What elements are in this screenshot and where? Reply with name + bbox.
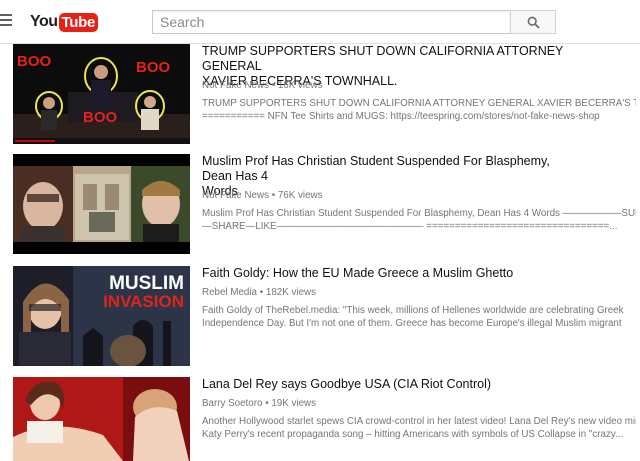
video-title-line: Lana Del Rey says Goodbye USA (CIA Riot … (202, 377, 492, 391)
video-description: Faith Goldy of TheRebel.media: "This wee… (202, 304, 636, 330)
video-thumbnail[interactable]: BOO BOO BOO (13, 44, 190, 144)
video-title[interactable]: Lana Del Rey says Goodbye USA (CIA Riot … (202, 377, 582, 392)
video-thumbnail[interactable] (13, 154, 190, 254)
view-count: 19K views (271, 398, 316, 409)
search-input[interactable] (152, 10, 510, 34)
thumbnail-text-muslim: MUSLIM (109, 273, 184, 294)
video-result: MUSLIM INVASION Faith Goldy: How the EU … (0, 266, 640, 366)
video-description: TRUMP SUPPORTERS SHUT DOWN CALIFORNIA AT… (202, 97, 636, 123)
video-result: Lana Del Rey says Goodbye USA (CIA Riot … (0, 377, 640, 461)
description-line: =========== NFN Tee Shirts and MUGS: htt… (202, 111, 600, 122)
video-title[interactable]: Faith Goldy: How the EU Made Greece a Mu… (202, 266, 582, 281)
channel-name[interactable]: Barry Soetoro (202, 398, 262, 409)
view-count: 16K views (277, 80, 323, 91)
video-meta: Barry Soetoro • 19K views (202, 398, 316, 409)
top-bar: You Tube (0, 0, 640, 44)
description-line: Another Hollywood starlet spews CIA crow… (202, 416, 636, 427)
description-line: Faith Goldy of TheRebel.media: "This wee… (202, 305, 624, 316)
video-description: Muslim Prof Has Christian Student Suspen… (202, 207, 636, 233)
video-meta: Not Fake News • 16K views (202, 80, 323, 91)
channel-name[interactable]: Rebel Media (202, 287, 257, 298)
description-line: Katy Perry's recent propaganda song – hi… (202, 429, 624, 440)
thumbnail-text-boo-1: BOO (17, 53, 52, 70)
description-line: —SHARE—LIKE——————————————— =============… (202, 221, 618, 232)
view-count: 182K views (265, 287, 317, 298)
description-line: Independence Day. But I'm not one of the… (202, 318, 622, 329)
search-button[interactable] (510, 10, 556, 34)
video-result: BOO BOO BOO TRUMP SUPPORTERS SHUT DOWN C… (0, 44, 640, 144)
video-title-line: Muslim Prof Has Christian Student Suspen… (202, 154, 550, 183)
thumbnail-text-invasion: INVASION (103, 292, 184, 311)
thumbnail-text-boo-3: BOO (83, 109, 118, 126)
video-title-line: TRUMP SUPPORTERS SHUT DOWN CALIFORNIA AT… (202, 44, 564, 73)
logo-tube-text: Tube (58, 12, 99, 32)
search-icon (527, 16, 540, 29)
channel-name[interactable]: Not Fake News (202, 190, 269, 201)
description-line: Muslim Prof Has Christian Student Suspen… (202, 208, 636, 219)
channel-name[interactable]: Not Fake News (202, 80, 269, 91)
video-meta: Not Fake News • 76K views (202, 190, 323, 201)
video-result: Muslim Prof Has Christian Student Suspen… (0, 154, 640, 254)
youtube-logo[interactable]: You Tube (30, 12, 99, 32)
video-description: Another Hollywood starlet spews CIA crow… (202, 415, 636, 441)
description-line: TRUMP SUPPORTERS SHUT DOWN CALIFORNIA AT… (202, 98, 636, 109)
video-thumbnail[interactable]: MUSLIM INVASION (13, 266, 190, 366)
video-thumbnail[interactable] (13, 377, 190, 461)
view-count: 76K views (277, 190, 323, 201)
video-meta: Rebel Media • 182K views (202, 287, 316, 298)
thumbnail-text-boo-2: BOO (136, 59, 171, 76)
hamburger-menu-icon[interactable] (0, 14, 12, 28)
video-title-line: Faith Goldy: How the EU Made Greece a Mu… (202, 266, 514, 280)
logo-you-text: You (30, 13, 58, 30)
